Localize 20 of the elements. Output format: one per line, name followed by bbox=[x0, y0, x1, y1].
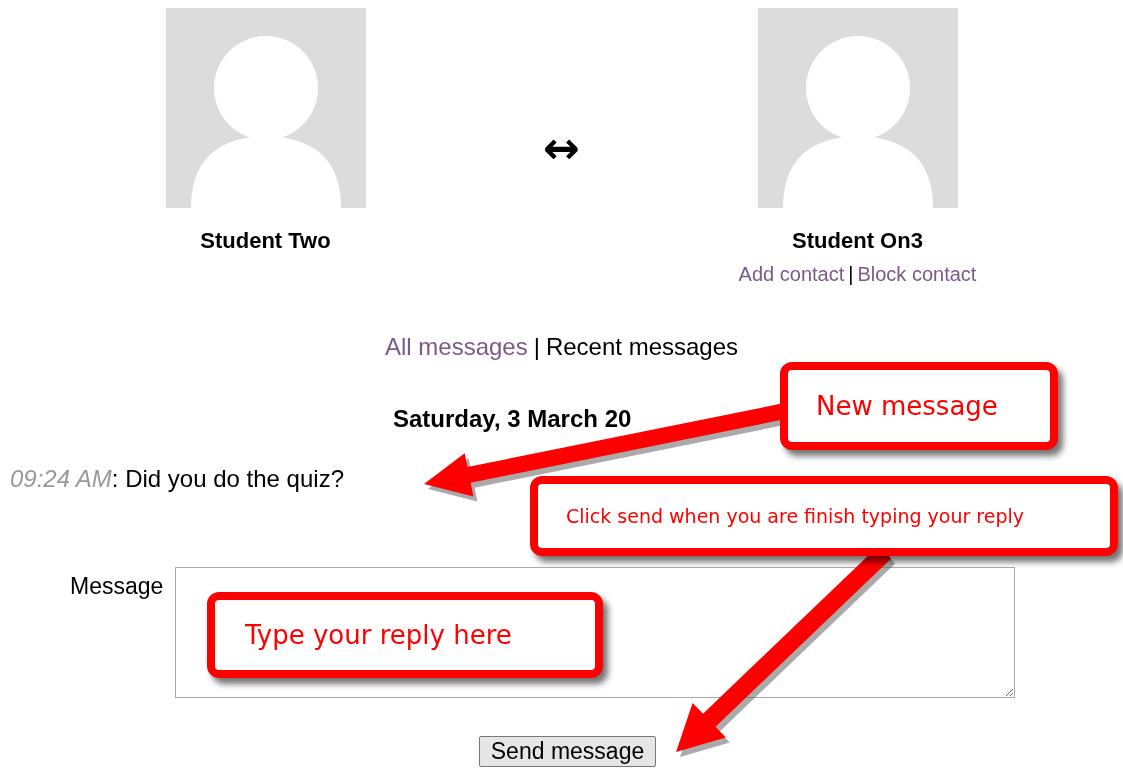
avatar-icon bbox=[165, 8, 366, 208]
swap-arrow-icon: ↔ bbox=[540, 126, 583, 170]
callout: Type your reply here bbox=[207, 592, 603, 678]
view-link[interactable]: All messages bbox=[384, 329, 528, 365]
message-text: : Did you do the quiz? bbox=[111, 464, 344, 494]
field-label: Message bbox=[70, 572, 164, 601]
separator: | bbox=[848, 262, 854, 287]
message-field[interactable] bbox=[175, 567, 1016, 698]
avatar-icon bbox=[757, 8, 958, 208]
user-name: Student On3 bbox=[792, 227, 923, 255]
contact-link[interactable]: Add contact bbox=[738, 259, 845, 289]
separator: | bbox=[533, 332, 540, 362]
send-button[interactable]: Send message bbox=[479, 736, 656, 767]
contact-link[interactable]: Block contact bbox=[857, 259, 977, 289]
message-time: 09:24 AM bbox=[10, 464, 112, 494]
callout: Click send when you are finish typing your reply bbox=[530, 476, 1118, 556]
date-heading: Saturday, 3 March 20 bbox=[393, 404, 632, 434]
callout: New message bbox=[780, 362, 1058, 450]
view-link[interactable]: Recent messages bbox=[545, 329, 739, 365]
user-name: Student Two bbox=[200, 227, 331, 255]
